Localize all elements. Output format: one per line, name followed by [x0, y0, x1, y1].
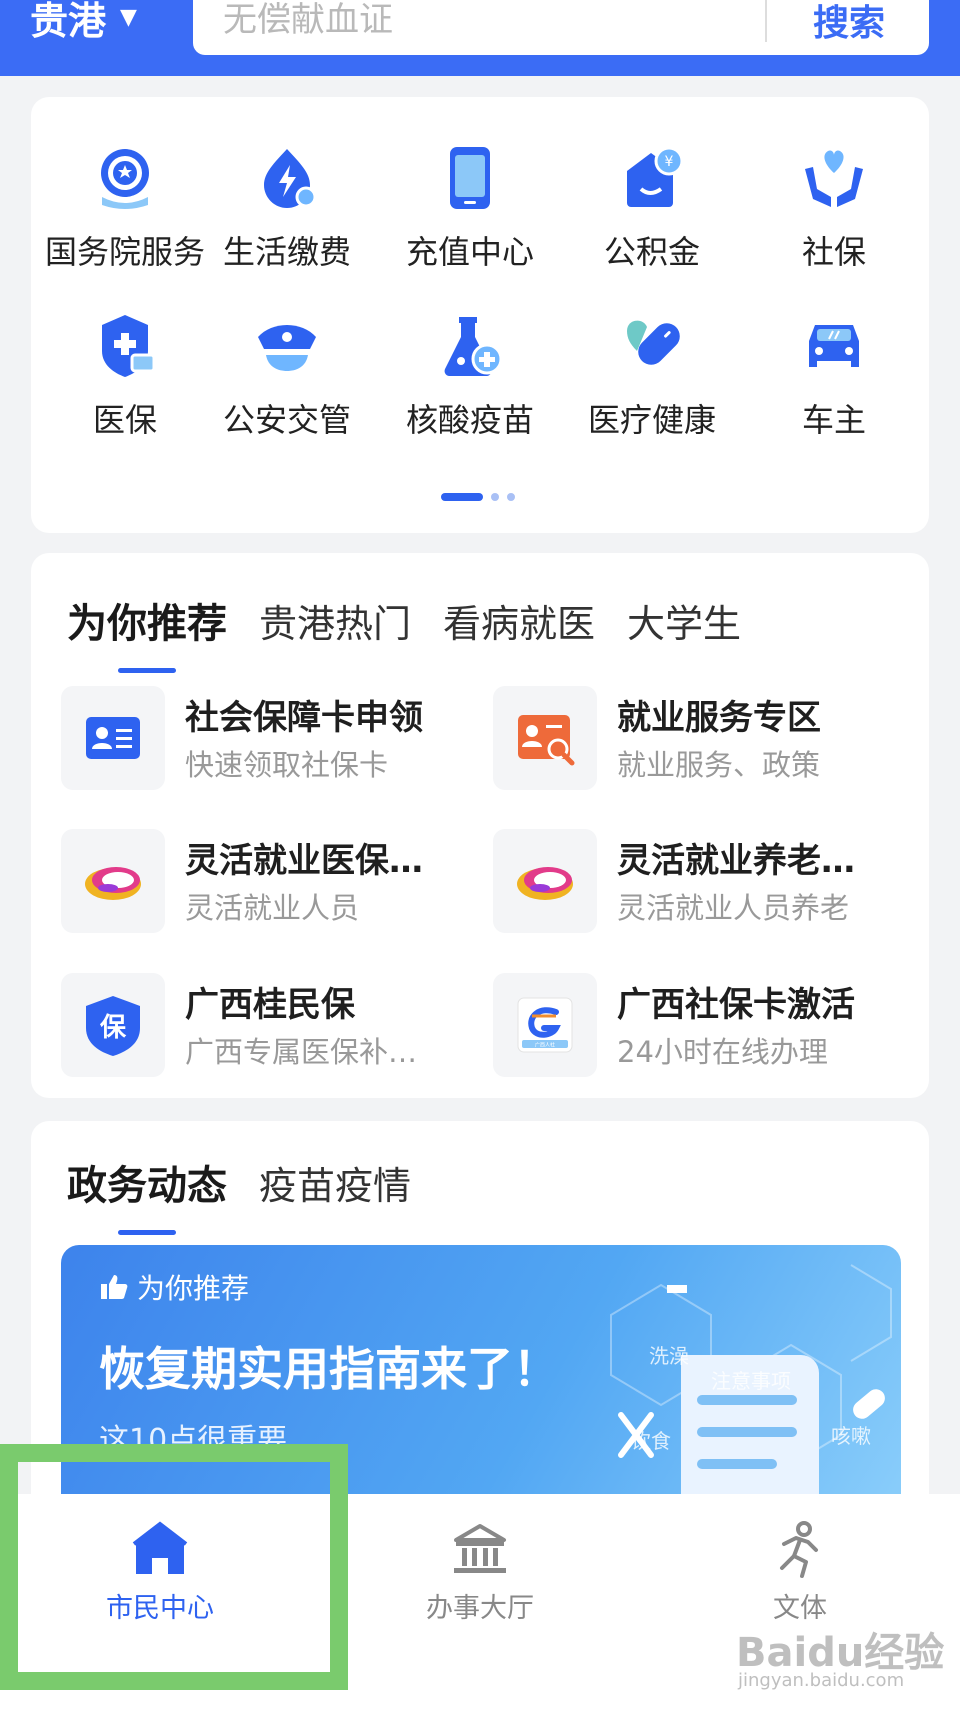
service-label: 医疗健康 [587, 401, 716, 439]
item-title: 广西桂民保 [185, 985, 355, 1025]
item-title: 广西社保卡激活 [617, 985, 855, 1025]
service-nucleic-vaccine[interactable]: 核酸疫苗 [380, 265, 560, 439]
medical-insurance-icon [90, 311, 160, 381]
hall-icon [454, 1524, 506, 1573]
item-subtitle: 就业服务、政策 [617, 748, 821, 782]
service-grid-card: 国务院服务 生活缴费 充值中心 ¥ 公积金 社保 医保 公安交管 核酸疫苗 医疗… [31, 97, 929, 533]
banner-tag-text: 为你推荐 [137, 1272, 250, 1305]
item-title: 就业服务专区 [617, 698, 821, 738]
list-item[interactable]: 社会保障卡申领 快速领取社保卡 [61, 686, 471, 790]
item-title: 灵活就业医保… [185, 841, 423, 881]
service-social-security[interactable]: 社保 [744, 97, 924, 271]
nav-service-hall[interactable]: 办事大厅 [380, 1520, 580, 1625]
nav-label: 市民中心 [106, 1593, 214, 1624]
search-bar: 搜索 [193, 0, 929, 55]
item-subtitle: 快速领取社保卡 [185, 748, 389, 782]
caret-down-icon: ▼ [120, 5, 137, 30]
tab-recommend[interactable]: 为你推荐 [67, 591, 227, 649]
banner-headline: 恢复期实用指南来了！ [99, 1342, 559, 1396]
id-card-icon [61, 686, 165, 790]
service-car-owner[interactable]: 车主 [744, 265, 924, 439]
service-housing-fund[interactable]: ¥ 公积金 [562, 97, 742, 271]
job-search-icon [493, 686, 597, 790]
service-label: 车主 [801, 401, 866, 439]
svg-text:¥: ¥ [665, 154, 674, 170]
service-police[interactable]: 公安交管 [197, 265, 377, 439]
tab-guigang-hot[interactable]: 贵港热门 [259, 593, 411, 648]
item-subtitle: 灵活就业人员养老 [617, 891, 850, 925]
heart-hands-icon [799, 143, 869, 213]
city-name: 贵港 [30, 0, 107, 43]
list-item[interactable]: 就业服务专区 就业服务、政策 [493, 686, 903, 790]
guangxi-hr-icon: 广西人社 [493, 973, 597, 1077]
deco-label: 洗澡 [649, 1344, 689, 1368]
page-dot [491, 493, 499, 501]
flask-icon [435, 311, 505, 381]
list-item[interactable]: 灵活就业养老… 灵活就业人员养老 [493, 829, 903, 933]
pill-heart-icon [617, 311, 687, 381]
home-icon [132, 1521, 188, 1574]
item-subtitle: 24小时在线办理 [617, 1035, 828, 1069]
guangxi-logo-text: 广西人社 [535, 1042, 555, 1049]
list-item[interactable]: 保 广西桂民保 广西专属医保补… [61, 973, 471, 1077]
service-label: 核酸疫苗 [405, 401, 534, 439]
service-label: 医保 [92, 401, 157, 439]
housing-fund-icon: ¥ [617, 143, 687, 213]
page-dot-active [441, 493, 483, 501]
banner-subhead: 这10点很重要 [99, 1423, 288, 1458]
nav-culture-sports[interactable]: 文体 [700, 1520, 900, 1625]
deco-label: 注意事项 [711, 1369, 791, 1393]
deco-label: 饮食 [631, 1429, 671, 1453]
service-medical-insurance[interactable]: 医保 [35, 265, 215, 439]
service-recharge[interactable]: 充值中心 [380, 97, 560, 271]
item-subtitle: 灵活就业人员 [185, 891, 360, 925]
service-bills[interactable]: 生活缴费 [197, 97, 377, 271]
list-item[interactable]: 广西人社 广西社保卡激活 24小时在线办理 [493, 973, 903, 1077]
page-dot [507, 493, 515, 501]
news-tabs: 政务动态 疫苗疫情 [67, 1153, 411, 1211]
list-item[interactable]: 灵活就业医保… 灵活就业人员 [61, 829, 471, 933]
thumbs-up-icon [101, 1275, 128, 1299]
deco-label: 咳嗽 [831, 1424, 871, 1448]
state-council-icon [90, 143, 160, 213]
phone-recharge-icon [435, 143, 505, 213]
police-cap-icon [252, 311, 322, 381]
search-button[interactable]: 搜索 [789, 0, 909, 50]
search-input[interactable] [223, 0, 743, 50]
cloud-logo-icon [61, 829, 165, 933]
running-icon [780, 1521, 818, 1578]
watermark-url: jingyan.baidu.com [738, 1670, 905, 1691]
service-state-council[interactable]: 国务院服务 [35, 97, 215, 271]
tab-medical[interactable]: 看病就医 [443, 593, 595, 648]
service-health[interactable]: 医疗健康 [562, 265, 742, 439]
search-divider [765, 0, 767, 42]
tab-college[interactable]: 大学生 [627, 593, 741, 648]
nav-label: 办事大厅 [426, 1593, 534, 1624]
cloud-logo-icon [493, 829, 597, 933]
recommend-card: 为你推荐 贵港热门 看病就医 大学生 社会保障卡申领 快速领取社保卡 就业服务专… [31, 553, 929, 1098]
shield-bao-icon: 保 [61, 973, 165, 1077]
car-icon [799, 311, 869, 381]
page-indicator [441, 493, 515, 501]
item-title: 灵活就业养老… [617, 841, 855, 881]
city-selector[interactable]: 贵港 ▼ [30, 0, 137, 45]
item-subtitle: 广西专属医保补… [185, 1035, 418, 1069]
tab-vaccine-epidemic[interactable]: 疫苗疫情 [259, 1155, 411, 1210]
recommend-tabs: 为你推荐 贵港热门 看病就医 大学生 [67, 591, 741, 649]
service-label: 公安交管 [222, 401, 351, 439]
item-title: 社会保障卡申领 [185, 698, 423, 738]
nav-citizen-center[interactable]: 市民中心 [60, 1520, 260, 1625]
tab-government-news[interactable]: 政务动态 [67, 1153, 227, 1211]
top-bar: 贵港 ▼ 搜索 [0, 0, 960, 76]
banner-tag: 为你推荐 [99, 1267, 249, 1307]
shield-bao-char: 保 [99, 1013, 127, 1043]
lightning-bill-icon [252, 143, 322, 213]
